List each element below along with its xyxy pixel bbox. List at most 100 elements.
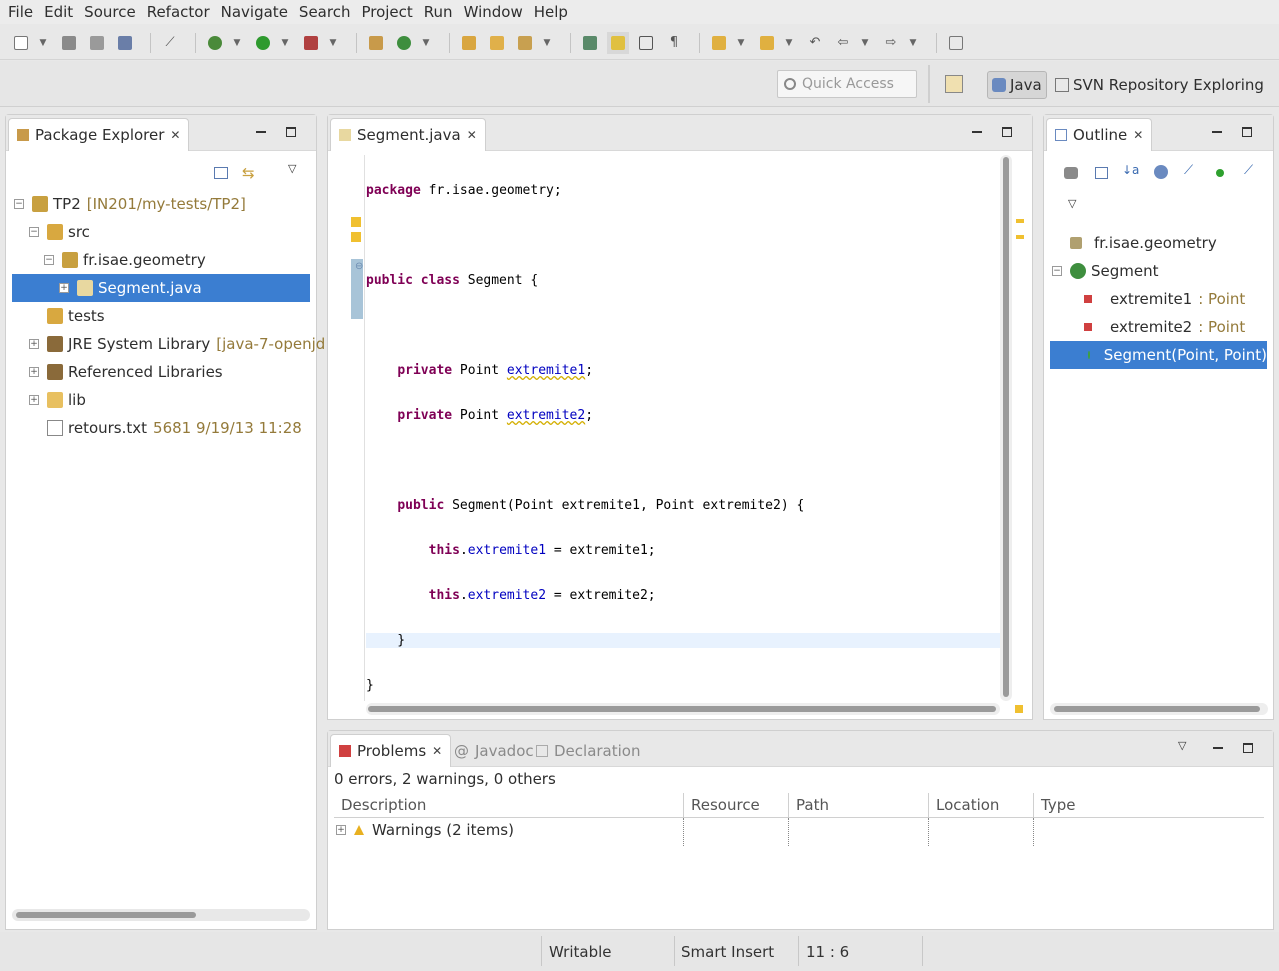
new-class-dropdown-icon[interactable]: ▼ bbox=[421, 32, 431, 54]
prev-annotation-icon[interactable] bbox=[756, 32, 778, 54]
column-resource[interactable]: Resource bbox=[691, 793, 760, 817]
view-menu-icon[interactable]: ▽ bbox=[1068, 197, 1076, 210]
tab-segment-java[interactable]: Segment.java ✕ bbox=[330, 118, 486, 151]
search-dropdown-icon[interactable]: ▼ bbox=[542, 32, 552, 54]
view-menu-icon[interactable]: ▽ bbox=[288, 162, 296, 175]
back-dropdown-icon[interactable]: ▼ bbox=[860, 32, 870, 54]
quick-access-field[interactable]: Quick Access bbox=[777, 70, 917, 98]
collapse-icon[interactable]: − bbox=[29, 227, 39, 237]
menu-edit[interactable]: Edit bbox=[40, 3, 77, 21]
collapse-icon[interactable]: − bbox=[1052, 266, 1062, 276]
scrollbar-thumb[interactable] bbox=[1003, 157, 1009, 697]
forward-dropdown-icon[interactable]: ▼ bbox=[908, 32, 918, 54]
overview-warning-marker[interactable] bbox=[1016, 219, 1024, 223]
menu-run[interactable]: Run bbox=[420, 3, 457, 21]
minimize-icon[interactable] bbox=[1212, 131, 1222, 133]
tree-item-tests[interactable]: tests bbox=[47, 302, 105, 330]
collapse-all-icon[interactable] bbox=[214, 167, 228, 179]
code-area[interactable]: package fr.isae.geometry; public class S… bbox=[366, 153, 1000, 723]
tree-item-segment-java[interactable]: + Segment.java bbox=[12, 274, 310, 302]
last-edit-icon[interactable]: ↶ bbox=[804, 32, 826, 54]
open-folder-icon[interactable] bbox=[486, 32, 508, 54]
svn-perspective-button[interactable]: SVN Repository Exploring bbox=[1055, 71, 1264, 99]
status-cursor-position[interactable]: 11 : 6 bbox=[806, 938, 849, 966]
tree-item-jre[interactable]: + JRE System Library [java-7-openjd bbox=[29, 330, 325, 358]
hide-non-public-icon[interactable] bbox=[1216, 169, 1224, 177]
hide-local-types-icon[interactable]: ⟋ bbox=[1244, 163, 1253, 178]
fold-icon[interactable]: ⊖ bbox=[355, 261, 363, 272]
minimize-icon[interactable] bbox=[256, 131, 266, 133]
maximize-icon[interactable] bbox=[1242, 127, 1252, 137]
run-icon[interactable] bbox=[252, 32, 274, 54]
outline-item-class[interactable]: − Segment bbox=[1052, 257, 1159, 285]
minimize-icon[interactable] bbox=[1213, 747, 1223, 749]
tab-problems[interactable]: Problems ✕ bbox=[330, 734, 452, 767]
next-annotation-icon[interactable] bbox=[708, 32, 730, 54]
prev-annotation-dropdown-icon[interactable]: ▼ bbox=[784, 32, 794, 54]
menu-file[interactable]: File bbox=[4, 3, 37, 21]
tree-item-package[interactable]: − fr.isae.geometry bbox=[44, 246, 206, 274]
expand-icon[interactable]: + bbox=[29, 367, 39, 377]
outline-item-constructor[interactable]: Segment(Point, Point) bbox=[1050, 341, 1267, 369]
close-icon[interactable]: ✕ bbox=[170, 128, 180, 142]
save-icon[interactable] bbox=[58, 32, 80, 54]
outline-item-field-1[interactable]: extremite1 : Point bbox=[1084, 285, 1245, 313]
collapse-icon[interactable]: − bbox=[14, 199, 24, 209]
print-icon[interactable] bbox=[114, 32, 136, 54]
expand-icon[interactable]: + bbox=[29, 339, 39, 349]
new-dropdown-icon[interactable]: ▼ bbox=[38, 32, 48, 54]
expand-icon[interactable]: + bbox=[29, 395, 39, 405]
focus-active-task-icon[interactable] bbox=[1064, 167, 1078, 179]
menu-help[interactable]: Help bbox=[530, 3, 572, 21]
table-row[interactable]: + Warnings (2 items) bbox=[336, 816, 514, 844]
vertical-scrollbar[interactable] bbox=[1000, 155, 1012, 701]
view-menu-icon[interactable]: ▽ bbox=[1178, 739, 1186, 752]
link-editor-icon[interactable]: ⇆ bbox=[242, 164, 255, 182]
tab-outline[interactable]: Outline ✕ bbox=[1046, 118, 1153, 151]
skip-breakpoints-icon[interactable]: ⟋ bbox=[159, 32, 181, 54]
outline-item-package[interactable]: fr.isae.geometry bbox=[1070, 229, 1217, 257]
open-type-icon[interactable] bbox=[458, 32, 480, 54]
back-icon[interactable]: ⇦ bbox=[832, 32, 854, 54]
status-insert-mode[interactable]: Smart Insert bbox=[681, 938, 774, 966]
menu-navigate[interactable]: Navigate bbox=[217, 3, 292, 21]
forward-icon[interactable]: ⇨ bbox=[880, 32, 902, 54]
next-annotation-dropdown-icon[interactable]: ▼ bbox=[736, 32, 746, 54]
column-path[interactable]: Path bbox=[796, 793, 829, 817]
horizontal-scrollbar[interactable] bbox=[1050, 703, 1268, 715]
maximize-icon[interactable] bbox=[286, 127, 296, 137]
tree-item-src[interactable]: − src bbox=[29, 218, 90, 246]
run-external-icon[interactable] bbox=[300, 32, 322, 54]
show-whitespace-icon[interactable]: ¶ bbox=[663, 32, 685, 54]
column-type[interactable]: Type bbox=[1041, 793, 1075, 817]
tree-item-project[interactable]: − TP2 [IN201/my-tests/TP2] bbox=[14, 190, 246, 218]
search-tool-icon[interactable] bbox=[514, 32, 536, 54]
collapse-icon[interactable]: − bbox=[44, 255, 54, 265]
tab-package-explorer[interactable]: Package Explorer ✕ bbox=[8, 118, 190, 151]
new-java-class-icon[interactable] bbox=[393, 32, 415, 54]
run-external-dropdown-icon[interactable]: ▼ bbox=[328, 32, 338, 54]
save-all-icon[interactable] bbox=[86, 32, 108, 54]
outline-item-field-2[interactable]: extremite2 : Point bbox=[1084, 313, 1245, 341]
menu-window[interactable]: Window bbox=[460, 3, 527, 21]
warning-icon[interactable] bbox=[351, 232, 361, 242]
pin-editor-icon[interactable] bbox=[945, 32, 967, 54]
java-perspective-button[interactable]: Java bbox=[987, 71, 1047, 99]
scrollbar-thumb[interactable] bbox=[368, 706, 996, 712]
debug-icon[interactable] bbox=[204, 32, 226, 54]
run-dropdown-icon[interactable]: ▼ bbox=[280, 32, 290, 54]
new-java-package-icon[interactable] bbox=[365, 32, 387, 54]
tree-item-referenced-libraries[interactable]: + Referenced Libraries bbox=[29, 358, 223, 386]
horizontal-scrollbar[interactable] bbox=[12, 909, 310, 921]
menu-refactor[interactable]: Refactor bbox=[143, 3, 214, 21]
tree-item-retours[interactable]: retours.txt 5681 9/19/13 11:28 bbox=[47, 414, 302, 442]
menu-source[interactable]: Source bbox=[80, 3, 140, 21]
menu-project[interactable]: Project bbox=[357, 3, 416, 21]
tree-item-lib[interactable]: + lib bbox=[29, 386, 86, 414]
column-description[interactable]: Description bbox=[341, 793, 426, 817]
close-icon[interactable]: ✕ bbox=[467, 128, 477, 142]
column-location[interactable]: Location bbox=[936, 793, 999, 817]
expand-icon[interactable]: + bbox=[59, 283, 69, 293]
expand-icon[interactable]: + bbox=[336, 825, 346, 835]
menu-search[interactable]: Search bbox=[295, 3, 355, 21]
